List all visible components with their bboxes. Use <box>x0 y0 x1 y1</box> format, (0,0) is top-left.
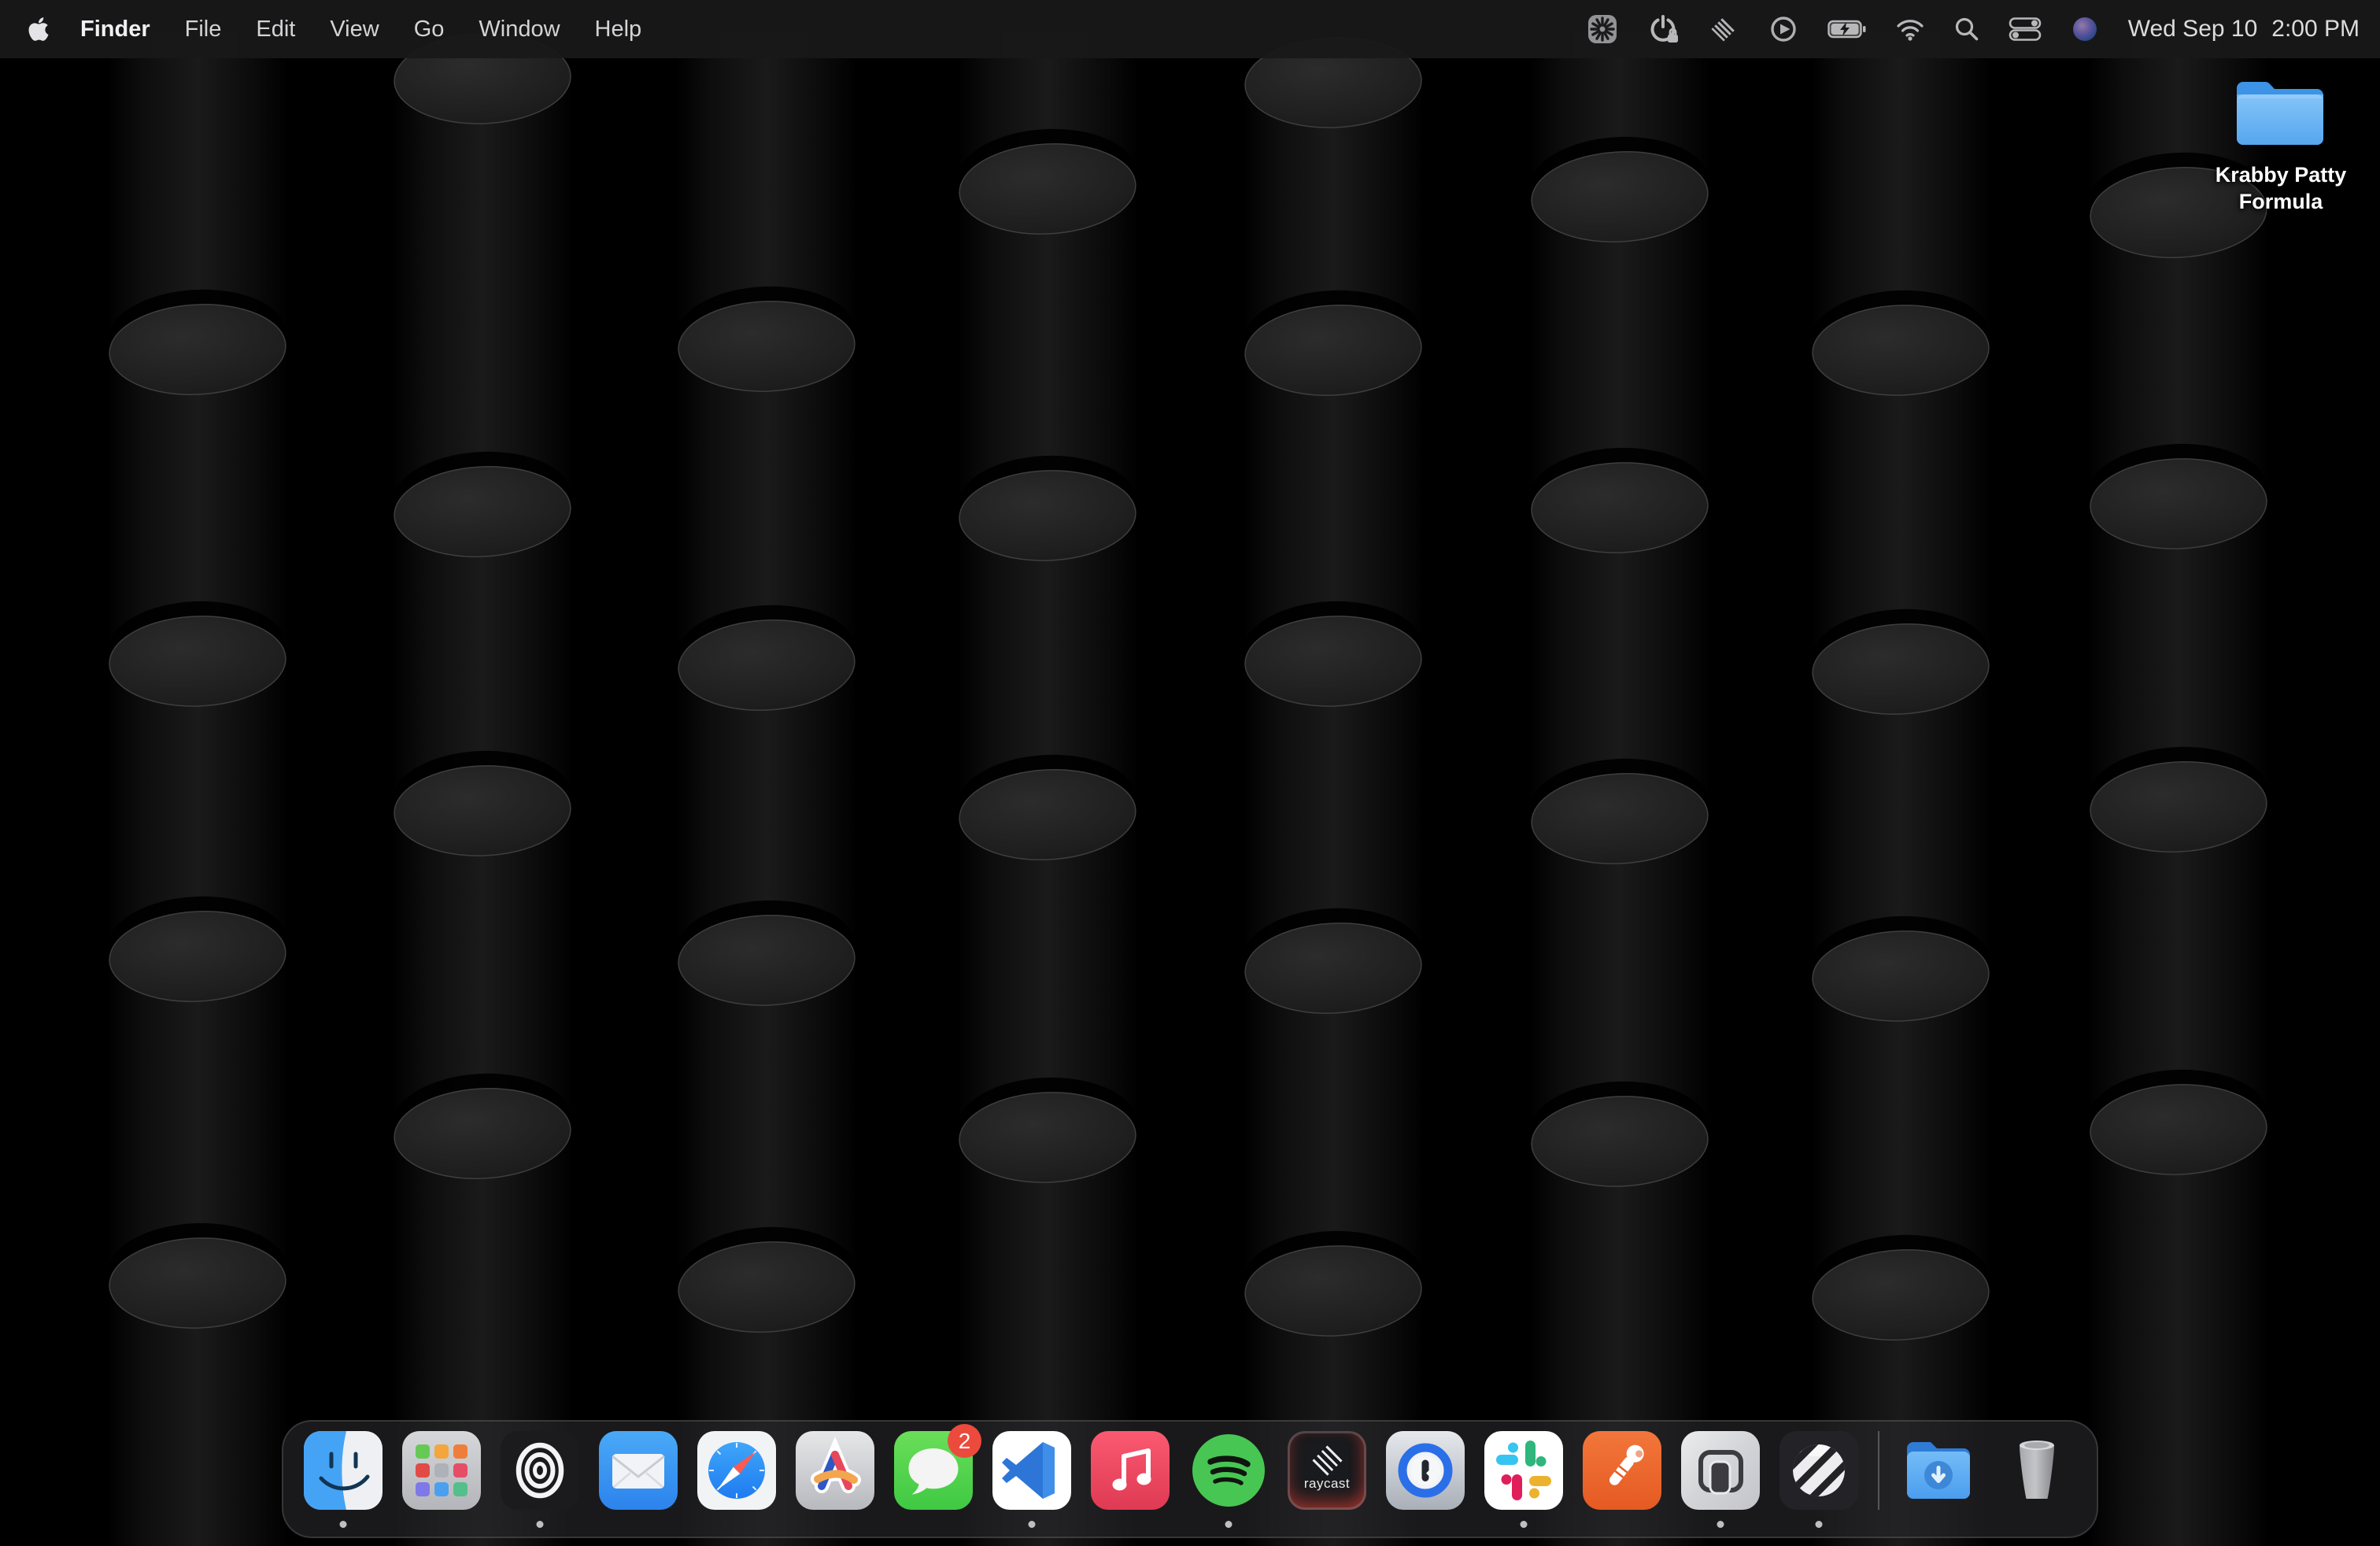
wifi-icon[interactable] <box>1895 17 1925 41</box>
running-indicator <box>537 1521 544 1528</box>
running-indicator <box>1717 1521 1724 1528</box>
menubar-date: Wed Sep 10 <box>2128 16 2258 43</box>
slack-icon <box>1484 1431 1563 1510</box>
dock-safari[interactable] <box>697 1431 776 1533</box>
dock-1password[interactable] <box>1386 1431 1465 1533</box>
dock: 2 <box>282 1420 2098 1538</box>
menu-edit[interactable]: Edit <box>238 17 312 43</box>
downloads-folder-icon <box>1899 1431 1978 1510</box>
dock-postman[interactable] <box>1583 1431 1661 1533</box>
raycast-label: raycast <box>1304 1476 1350 1492</box>
menu-help[interactable]: Help <box>578 17 660 43</box>
desktop-screen: Finder File Edit View Go Window Help <box>0 0 2380 1546</box>
siri-icon[interactable] <box>2070 14 2100 44</box>
menu-bar: Finder File Edit View Go Window Help <box>0 0 2380 58</box>
launchpad-icon <box>402 1431 481 1510</box>
menu-file[interactable]: File <box>168 17 239 43</box>
trash-icon <box>1998 1431 2076 1510</box>
safari-icon <box>697 1431 776 1510</box>
now-playing-icon[interactable] <box>1768 13 1799 45</box>
dock-concentric-circles-app[interactable] <box>501 1431 579 1533</box>
dock-app-store[interactable] <box>796 1431 874 1533</box>
concentric-circles-icon <box>501 1431 579 1510</box>
music-icon <box>1091 1431 1170 1510</box>
mail-icon <box>599 1431 678 1510</box>
messages-badge: 2 <box>948 1424 981 1458</box>
dock-messages[interactable]: 2 <box>894 1431 973 1533</box>
running-indicator <box>1029 1521 1036 1528</box>
dock-iphone-mirroring[interactable] <box>1681 1431 1760 1533</box>
dock-trash[interactable] <box>1998 1431 2076 1533</box>
menubar-time: 2:00 PM <box>2271 16 2360 43</box>
onepassword-icon <box>1386 1431 1465 1510</box>
finder-icon <box>304 1431 382 1510</box>
desktop-folder-krabby-patty[interactable] <box>2232 76 2328 155</box>
raycast-menubar-icon[interactable] <box>1708 13 1739 45</box>
dock-mail[interactable] <box>599 1431 678 1533</box>
menubar-clock[interactable]: Wed Sep 10 2:00 PM <box>2128 16 2360 43</box>
menu-go[interactable]: Go <box>397 17 462 43</box>
running-indicator <box>340 1521 347 1528</box>
desktop-wallpaper <box>0 0 2380 1546</box>
dock-music[interactable] <box>1091 1431 1170 1533</box>
running-indicator <box>1521 1521 1528 1528</box>
dock-linear[interactable] <box>1779 1431 1858 1533</box>
battery-charging-icon[interactable] <box>1828 20 1867 39</box>
screen-lock-icon[interactable] <box>1646 13 1680 46</box>
running-indicator <box>1225 1521 1232 1528</box>
spotify-icon <box>1189 1431 1268 1510</box>
apple-menu[interactable] <box>20 16 63 43</box>
running-indicator <box>1816 1521 1823 1528</box>
app-store-icon <box>796 1431 874 1510</box>
control-center-icon[interactable] <box>2009 17 2042 41</box>
menu-window[interactable]: Window <box>461 17 577 43</box>
spotlight-search-icon[interactable] <box>1953 16 1980 43</box>
dock-downloads-folder[interactable] <box>1899 1431 1978 1533</box>
linear-icon <box>1779 1431 1858 1510</box>
dock-spotify[interactable] <box>1189 1431 1268 1533</box>
dock-raycast[interactable]: raycast <box>1288 1431 1366 1533</box>
vscode-icon <box>992 1431 1071 1510</box>
menu-bar-status: Wed Sep 10 2:00 PM <box>1587 13 2360 46</box>
desktop-folder-label[interactable]: Krabby Patty Formula <box>2186 162 2375 216</box>
folder-icon <box>2232 76 2328 151</box>
dock-finder[interactable] <box>304 1431 382 1533</box>
menu-app-name[interactable]: Finder <box>63 17 168 43</box>
raycast-diamond-glyph <box>1312 1445 1342 1475</box>
menu-view[interactable]: View <box>312 17 396 43</box>
apple-icon <box>28 16 49 43</box>
dock-launchpad[interactable] <box>402 1431 481 1533</box>
dock-vscode[interactable] <box>992 1431 1071 1533</box>
iphone-mirroring-icon <box>1681 1431 1760 1510</box>
postman-icon <box>1583 1431 1661 1510</box>
dock-slack[interactable] <box>1484 1431 1563 1533</box>
raycast-icon: raycast <box>1288 1431 1366 1510</box>
starburst-icon[interactable] <box>1587 13 1618 45</box>
menu-bar-left: Finder File Edit View Go Window Help <box>20 16 659 43</box>
dock-divider <box>1878 1431 1879 1510</box>
